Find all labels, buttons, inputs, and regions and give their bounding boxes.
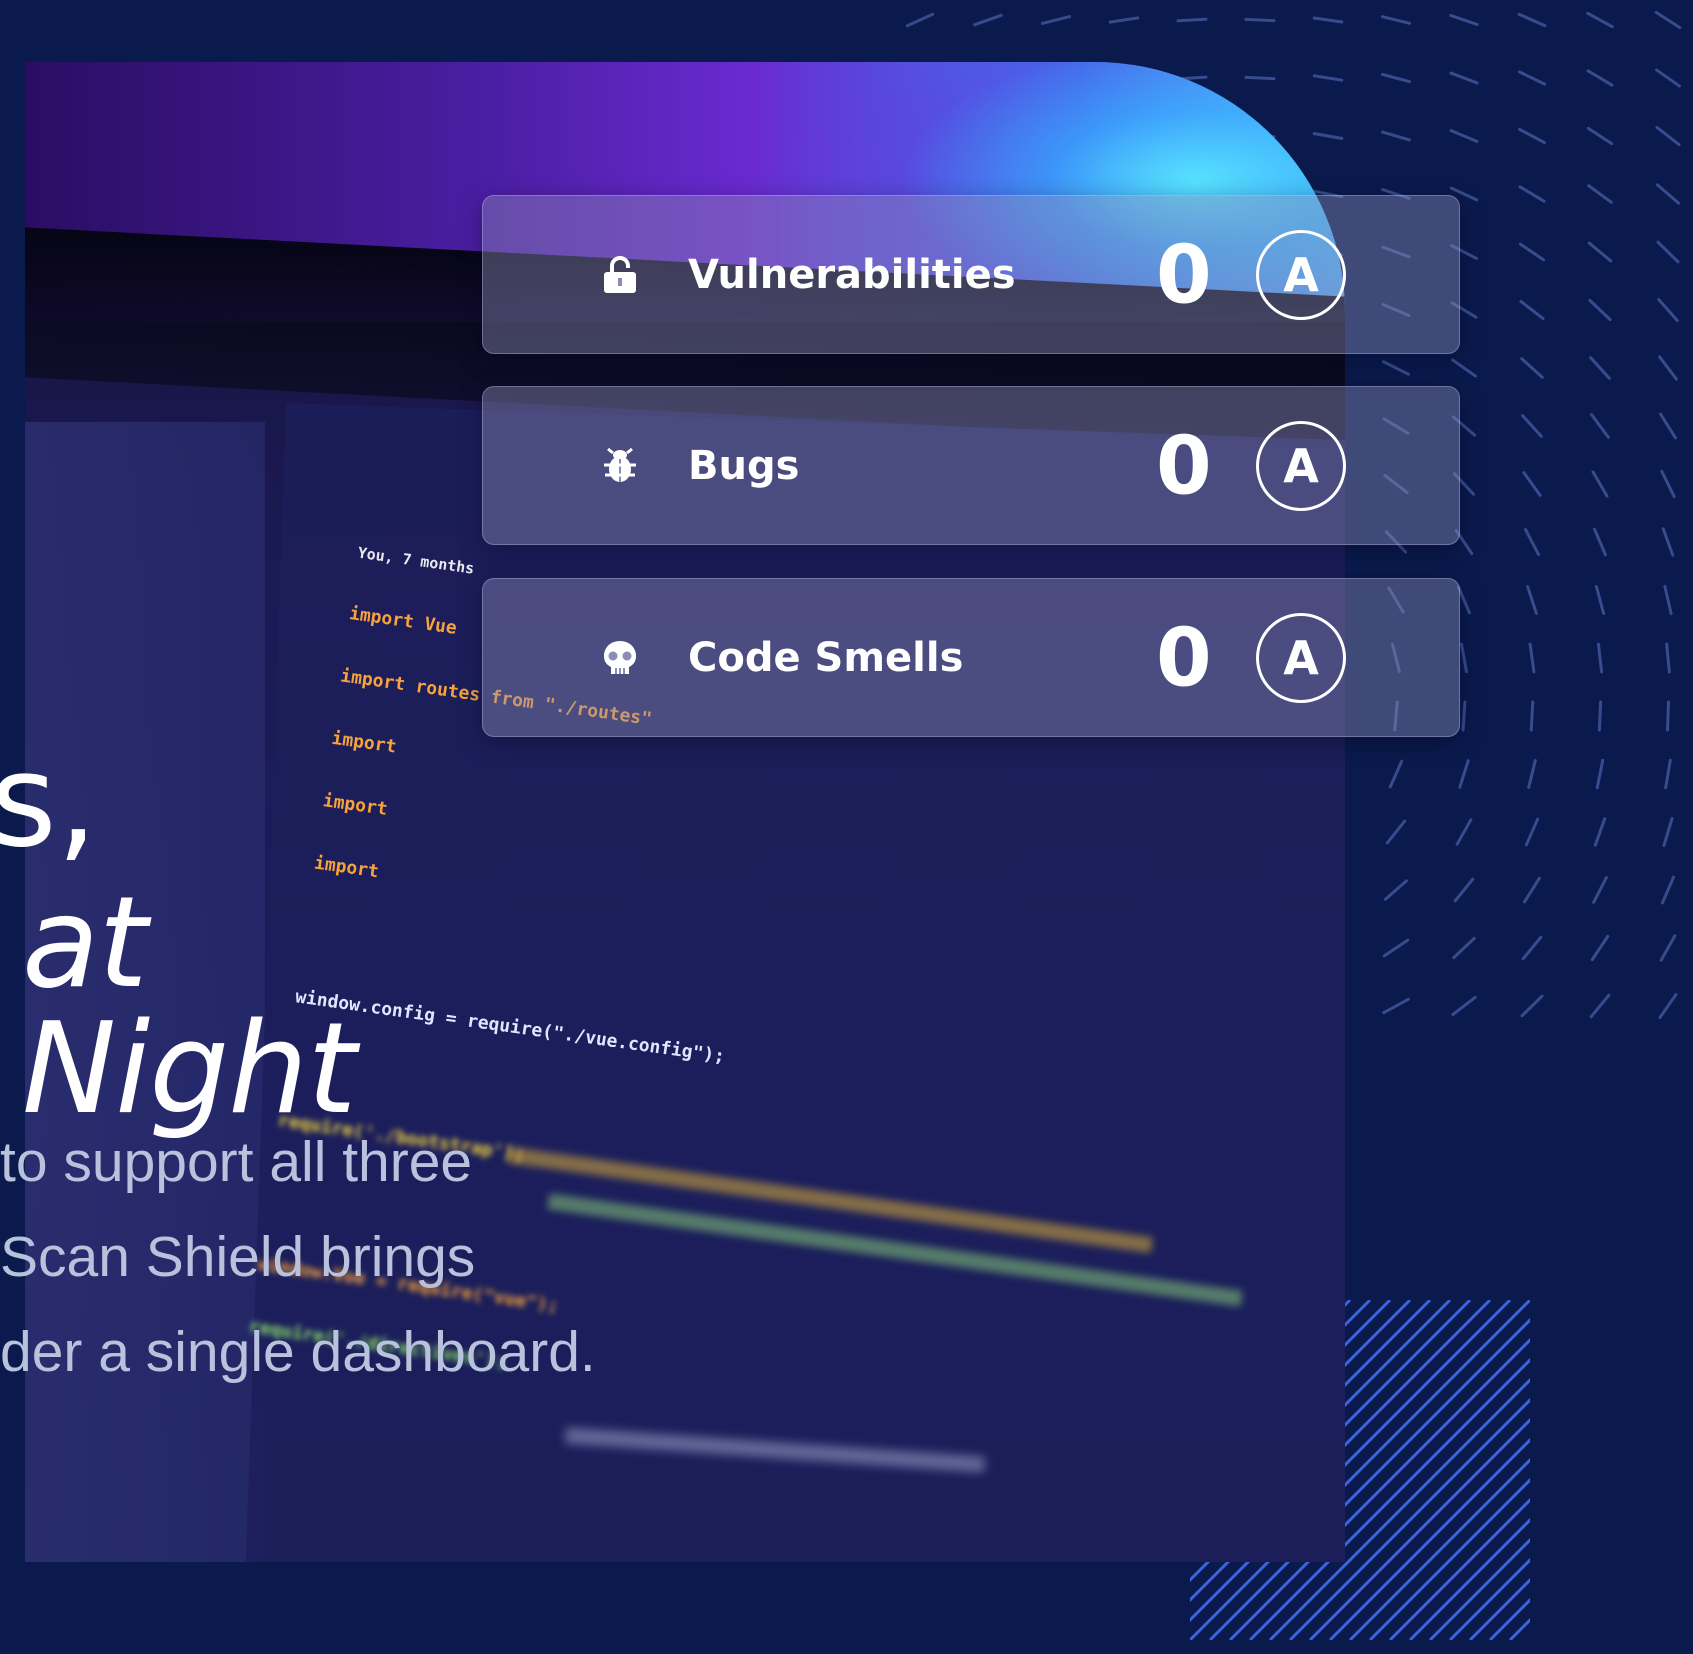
bug-icon [601, 447, 639, 485]
grade-badge: A [1256, 420, 1346, 511]
lock-icon [601, 255, 639, 294]
metric-value: 0 [1156, 611, 1212, 704]
grade-badge: A [1256, 229, 1346, 320]
code-line: import [312, 852, 381, 883]
code-line: import [321, 790, 389, 821]
metric-label: Code Smells [688, 634, 964, 681]
description-line: to support all three [0, 1130, 473, 1194]
headline-line-1: s, [0, 727, 98, 876]
metric-label: Vulnerabilities [688, 251, 1016, 298]
metric-card-code-smells: Code Smells 0 A [482, 578, 1460, 737]
headline-line-2: at Night [22, 869, 357, 1142]
code-line: import [330, 727, 398, 758]
metric-card-vulnerabilities: Vulnerabilities 0 A [482, 195, 1460, 354]
grade-badge: A [1256, 612, 1346, 703]
description-line: der a single dashboard. [0, 1320, 596, 1384]
metric-label: Bugs [688, 442, 800, 489]
metric-value: 0 [1156, 228, 1212, 321]
metric-card-bugs: Bugs 0 A [482, 386, 1460, 545]
hero-description: to support all three Scan Shield brings … [0, 1115, 596, 1400]
metric-value: 0 [1156, 419, 1212, 512]
description-line: Scan Shield brings [0, 1225, 476, 1289]
hero-section: You, 7 months import Vue import routes f… [0, 0, 1693, 1654]
code-line: window.config = require("./vue.config"); [294, 986, 727, 1068]
skull-icon [601, 639, 639, 677]
